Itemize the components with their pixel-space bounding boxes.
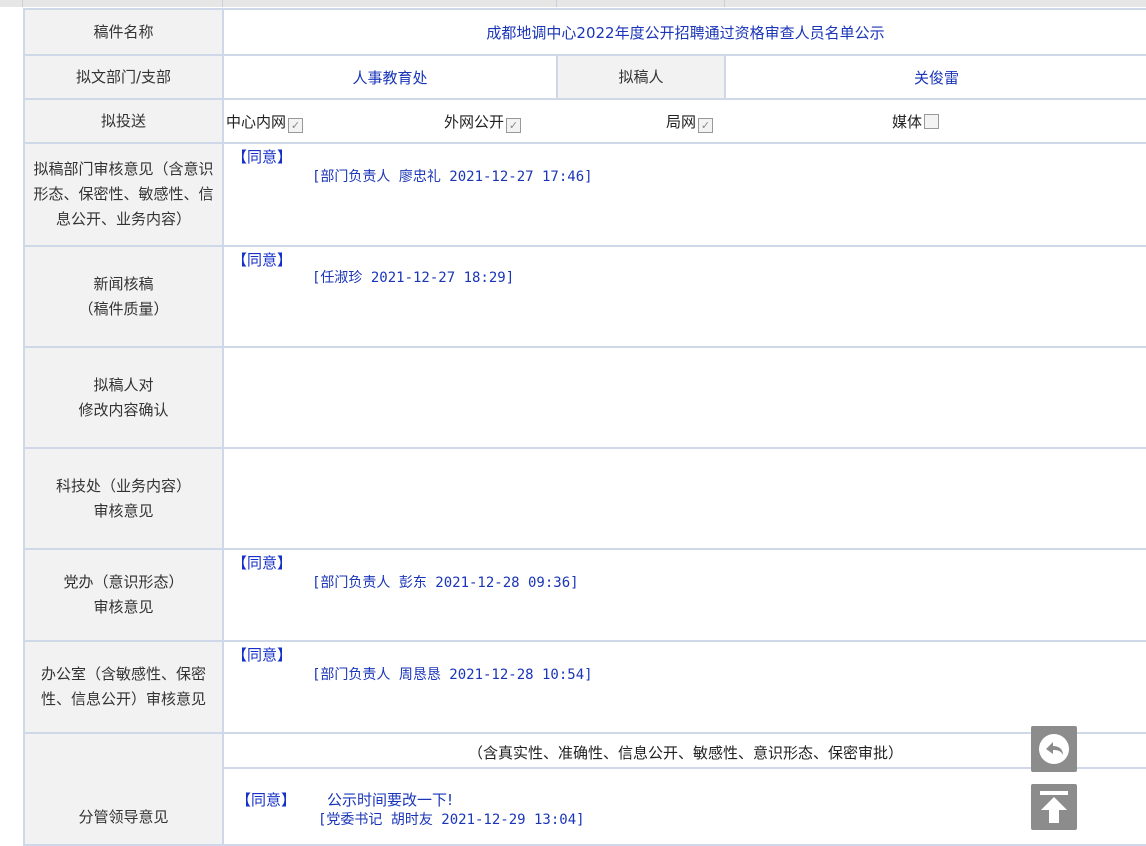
review-row: 拟稿部门审核意见（含意识形态、保密性、敏感性、信息公开、业务内容） 【同意】 [… bbox=[23, 142, 1146, 247]
review-label-line: 审核意见 bbox=[93, 598, 154, 616]
public-web-checkbox[interactable] bbox=[506, 118, 522, 133]
leader-divider bbox=[224, 767, 1146, 769]
review-label-line: 修改内容确认 bbox=[78, 400, 169, 419]
intranet-checkbox[interactable] bbox=[288, 118, 304, 133]
review-content: 【同意】 [部门负责人 廖忠礼 2021-12-27 17:46] bbox=[221, 142, 1146, 247]
send-option-public: 外网公开 bbox=[444, 111, 522, 133]
review-row: 拟稿人对 修改内容确认 bbox=[23, 346, 1146, 449]
agree-tag: 【同意】 bbox=[236, 791, 297, 809]
dept-label: 拟文部门/支部 bbox=[23, 54, 224, 100]
review-row: 党办（意识形态） 审核意见 【同意】 [部门负责人 彭东 2021-12-28 … bbox=[23, 548, 1146, 642]
strip-divider bbox=[22, 0, 23, 7]
review-label-line: 审核意见 bbox=[93, 501, 154, 520]
send-row: 拟投送 中心内网 外网公开 局网 媒体 bbox=[23, 98, 1146, 144]
approval-form-table: 稿件名称 成都地调中心2022年度公开招聘通过资格审查人员名单公示 拟文部门/支… bbox=[23, 8, 1146, 846]
agree-tag: 【同意】 bbox=[232, 148, 293, 166]
title-label: 稿件名称 bbox=[23, 8, 224, 56]
title-value: 成都地调中心2022年度公开招聘通过资格审查人员名单公示 bbox=[221, 8, 1146, 56]
dept-value: 人事教育处 bbox=[222, 54, 558, 100]
leader-signature: [党委书记 胡时友 2021-12-29 13:04] bbox=[318, 812, 585, 828]
send-option-label: 媒体 bbox=[892, 113, 923, 131]
title-row: 稿件名称 成都地调中心2022年度公开招聘通过资格审查人员名单公示 bbox=[23, 8, 1146, 56]
review-label-line: 科技处（业务内容） bbox=[55, 476, 191, 495]
review-row: 科技处（业务内容） 审核意见 bbox=[23, 447, 1146, 550]
reply-arrow-icon bbox=[1039, 734, 1069, 764]
send-option-media: 媒体 bbox=[892, 111, 940, 132]
review-content: 【同意】 [部门负责人 彭东 2021-12-28 09:36] bbox=[221, 548, 1146, 642]
media-checkbox[interactable] bbox=[924, 114, 940, 129]
leader-content: （含真实性、准确性、信息公开、敏感性、意识形态、保密审批） 【同意】 公示时间要… bbox=[221, 732, 1146, 846]
drafter-value: 关俊雷 bbox=[723, 54, 1146, 100]
send-label: 拟投送 bbox=[23, 98, 224, 144]
review-label-party-office: 党办（意识形态） 审核意见 bbox=[23, 548, 224, 642]
review-signature: [任淑珍 2021-12-27 18:29] bbox=[312, 270, 515, 286]
send-option-label: 局网 bbox=[666, 113, 697, 131]
review-row: 新闻核稿 （稿件质量） 【同意】 [任淑珍 2021-12-27 18:29] bbox=[23, 245, 1146, 348]
review-label-drafter-confirm: 拟稿人对 修改内容确认 bbox=[23, 346, 224, 449]
leader-row: 分管领导意见 （含真实性、准确性、信息公开、敏感性、意识形态、保密审批） 【同意… bbox=[23, 732, 1146, 846]
drafter-label: 拟稿人 bbox=[556, 54, 726, 100]
review-label-office: 办公室（含敏感性、保密性、信息公开）审核意见 bbox=[23, 640, 224, 734]
top-scroll-strip bbox=[0, 0, 1146, 7]
send-option-intranet: 中心内网 bbox=[226, 111, 304, 133]
send-options: 中心内网 外网公开 局网 媒体 bbox=[221, 98, 1146, 144]
review-label-drafting-dept: 拟稿部门审核意见（含意识形态、保密性、敏感性、信息公开、业务内容） bbox=[23, 142, 224, 247]
bureau-web-checkbox[interactable] bbox=[698, 118, 714, 133]
review-signature: [部门负责人 彭东 2021-12-28 09:36] bbox=[312, 575, 579, 591]
agree-tag: 【同意】 bbox=[232, 646, 293, 664]
review-content bbox=[221, 447, 1146, 550]
dept-row: 拟文部门/支部 人事教育处 拟稿人 关俊雷 bbox=[23, 54, 1146, 100]
reply-back-button[interactable] bbox=[1031, 726, 1077, 772]
strip-divider bbox=[222, 0, 223, 7]
strip-divider bbox=[556, 0, 557, 7]
review-label-line: （稿件质量） bbox=[78, 299, 169, 318]
review-label-tech: 科技处（业务内容） 审核意见 bbox=[23, 447, 224, 550]
send-option-bureau: 局网 bbox=[666, 111, 714, 133]
review-signature: [部门负责人 周恳恳 2021-12-28 10:54] bbox=[312, 667, 593, 683]
agree-tag: 【同意】 bbox=[232, 554, 293, 572]
send-option-label: 外网公开 bbox=[444, 113, 505, 131]
review-row: 办公室（含敏感性、保密性、信息公开）审核意见 【同意】 [部门负责人 周恳恳 2… bbox=[23, 640, 1146, 734]
leader-comment: 公示时间要改一下! bbox=[327, 791, 454, 809]
review-content: 【同意】 [部门负责人 周恳恳 2021-12-28 10:54] bbox=[221, 640, 1146, 734]
leader-label: 分管领导意见 bbox=[23, 732, 224, 846]
review-label-news: 新闻核稿 （稿件质量） bbox=[23, 245, 224, 348]
review-label-line: 新闻核稿 bbox=[93, 274, 154, 293]
review-label-line: 党办（意识形态） bbox=[63, 573, 184, 591]
review-content: 【同意】 [任淑珍 2021-12-27 18:29] bbox=[221, 245, 1146, 348]
review-signature: [部门负责人 廖忠礼 2021-12-27 17:46] bbox=[312, 169, 593, 185]
strip-divider bbox=[724, 0, 725, 7]
review-content bbox=[221, 346, 1146, 449]
review-label-line: 拟稿人对 bbox=[93, 375, 154, 394]
back-to-top-icon bbox=[1040, 791, 1068, 823]
back-to-top-button[interactable] bbox=[1031, 784, 1077, 830]
agree-tag: 【同意】 bbox=[232, 251, 293, 269]
send-option-label: 中心内网 bbox=[226, 113, 287, 131]
leader-scope-note: （含真实性、准确性、信息公开、敏感性、意识形态、保密审批） bbox=[468, 744, 904, 762]
